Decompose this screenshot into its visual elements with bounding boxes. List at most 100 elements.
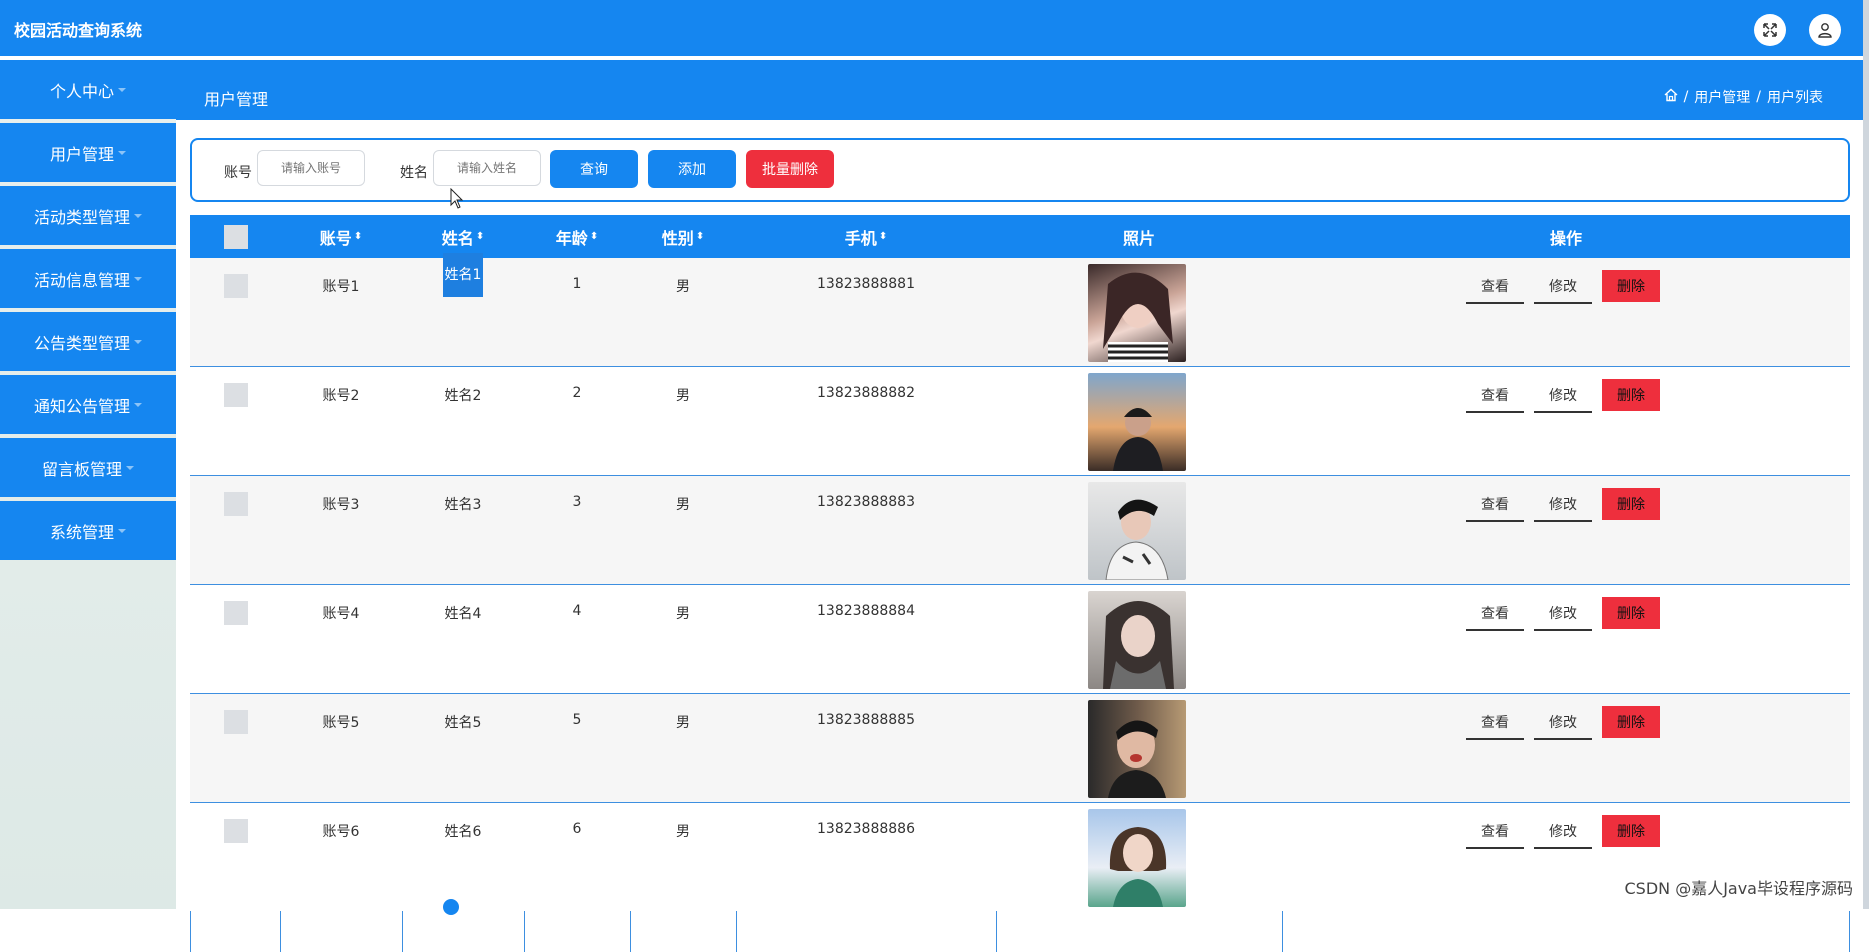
table-row: 账号5 姓名5 5 男 13823888885 查看 修改 删除 bbox=[190, 694, 1850, 803]
name-label: 姓名 bbox=[400, 165, 428, 181]
name-cell: 姓名5 bbox=[444, 715, 482, 731]
view-button[interactable]: 查看 bbox=[1466, 488, 1524, 522]
sidebar-item-user-management[interactable]: 用户管理 bbox=[0, 123, 176, 182]
view-button[interactable]: 查看 bbox=[1466, 597, 1524, 631]
name-search-input[interactable] bbox=[433, 150, 541, 186]
sidebar-item-message-board[interactable]: 留言板管理 bbox=[0, 438, 176, 497]
sidebar-item-label: 公告类型管理 bbox=[33, 333, 130, 353]
table-row: 账号2 姓名2 2 男 13823888882 查看 修改 删除 bbox=[190, 367, 1850, 476]
name-cell: 姓名4 bbox=[444, 606, 482, 622]
page-title: 用户管理 bbox=[204, 90, 269, 109]
sidebar-item-personal-center[interactable]: 个人中心 bbox=[0, 60, 176, 119]
expand-icon[interactable] bbox=[1754, 14, 1786, 46]
account-cell: 账号3 bbox=[322, 497, 360, 513]
sidebar-item-label: 系统管理 bbox=[49, 522, 114, 542]
row-checkbox[interactable] bbox=[224, 819, 248, 843]
column-header-label: 照片 bbox=[1122, 228, 1155, 248]
sort-icon[interactable]: ⬍ bbox=[696, 231, 704, 242]
sort-icon[interactable]: ⬍ bbox=[879, 231, 887, 242]
column-header-account[interactable]: 账号 ⬍ bbox=[280, 215, 402, 258]
user-photo[interactable] bbox=[1088, 373, 1186, 471]
view-button[interactable]: 查看 bbox=[1466, 270, 1524, 304]
user-icon[interactable] bbox=[1809, 14, 1841, 46]
table-row: 账号4 姓名4 4 男 13823888884 查看 修改 删除 bbox=[190, 585, 1850, 694]
user-photo[interactable] bbox=[1088, 809, 1186, 907]
chevron-down-icon bbox=[118, 528, 126, 533]
delete-button[interactable]: 删除 bbox=[1602, 706, 1660, 738]
query-button[interactable]: 查询 bbox=[550, 150, 638, 188]
row-checkbox[interactable] bbox=[224, 710, 248, 734]
row-checkbox[interactable] bbox=[224, 383, 248, 407]
row-checkbox[interactable] bbox=[224, 492, 248, 516]
delete-button[interactable]: 删除 bbox=[1602, 270, 1660, 302]
sidebar-item-activity-type[interactable]: 活动类型管理 bbox=[0, 186, 176, 245]
sidebar-item-notice-type[interactable]: 公告类型管理 bbox=[0, 312, 176, 371]
column-header-label: 账号 bbox=[319, 228, 352, 248]
view-button[interactable]: 查看 bbox=[1466, 706, 1524, 740]
row-checkbox[interactable] bbox=[224, 601, 248, 625]
gender-cell: 男 bbox=[676, 824, 690, 840]
breadcrumb-separator: / bbox=[1683, 89, 1689, 105]
chevron-down-icon bbox=[134, 339, 142, 344]
sidebar-item-label: 通知公告管理 bbox=[33, 396, 130, 416]
chevron-down-icon bbox=[118, 150, 126, 155]
account-search-input[interactable] bbox=[257, 150, 365, 186]
phone-cell: 13823888885 bbox=[817, 712, 915, 728]
view-button[interactable]: 查看 bbox=[1466, 815, 1524, 849]
delete-button[interactable]: 删除 bbox=[1602, 379, 1660, 411]
sort-icon[interactable]: ⬍ bbox=[476, 231, 484, 242]
column-header-label: 姓名 bbox=[441, 228, 474, 248]
column-header-label: 年龄 bbox=[555, 228, 588, 248]
breadcrumb-user-management[interactable]: 用户管理 bbox=[1694, 87, 1750, 107]
add-button[interactable]: 添加 bbox=[648, 150, 736, 188]
age-cell: 4 bbox=[572, 603, 582, 619]
edit-button[interactable]: 修改 bbox=[1534, 379, 1592, 413]
edit-button[interactable]: 修改 bbox=[1534, 815, 1592, 849]
sidebar: 个人中心 用户管理 活动类型管理 活动信息管理 公告类型管理 通知公告管理 留言… bbox=[0, 60, 176, 909]
page-scrollbar[interactable] bbox=[1863, 0, 1869, 909]
select-all-checkbox[interactable] bbox=[224, 215, 248, 258]
column-header-age[interactable]: 年龄 ⬍ bbox=[524, 215, 630, 258]
sidebar-item-system[interactable]: 系统管理 bbox=[0, 501, 176, 560]
age-cell: 2 bbox=[572, 385, 582, 401]
user-photo[interactable] bbox=[1088, 591, 1186, 689]
phone-cell: 13823888883 bbox=[817, 494, 915, 510]
edit-button[interactable]: 修改 bbox=[1534, 488, 1592, 522]
column-header-name[interactable]: 姓名 ⬍ bbox=[402, 215, 524, 258]
page-header: 用户管理 / 用户管理 / 用户列表 bbox=[176, 60, 1863, 120]
sidebar-item-notice[interactable]: 通知公告管理 bbox=[0, 375, 176, 434]
user-photo[interactable] bbox=[1088, 264, 1186, 362]
user-photo[interactable] bbox=[1088, 700, 1186, 798]
sort-icon[interactable]: ⬍ bbox=[354, 231, 362, 242]
edit-button[interactable]: 修改 bbox=[1534, 706, 1592, 740]
delete-button[interactable]: 删除 bbox=[1602, 815, 1660, 847]
search-panel: 账号 姓名 查询 添加 批量删除 bbox=[190, 138, 1850, 202]
home-icon[interactable] bbox=[1664, 88, 1678, 106]
delete-button[interactable]: 删除 bbox=[1602, 597, 1660, 629]
chevron-down-icon bbox=[126, 465, 134, 470]
account-cell: 账号4 bbox=[322, 606, 360, 622]
edit-button[interactable]: 修改 bbox=[1534, 270, 1592, 304]
batch-delete-button[interactable]: 批量删除 bbox=[746, 150, 834, 188]
chevron-down-icon bbox=[118, 87, 126, 92]
table-row: 账号1 姓名1 1 男 13823888881 查看 修改 删除 bbox=[190, 253, 1850, 367]
scroll-indicator[interactable] bbox=[443, 899, 459, 915]
delete-button[interactable]: 删除 bbox=[1602, 488, 1660, 520]
sort-icon[interactable]: ⬍ bbox=[590, 231, 598, 242]
sidebar-item-label: 个人中心 bbox=[49, 81, 114, 101]
name-cell: 姓名2 bbox=[444, 388, 482, 404]
sidebar-item-label: 活动信息管理 bbox=[33, 270, 130, 290]
row-checkbox[interactable] bbox=[224, 274, 248, 298]
sidebar-item-activity-info[interactable]: 活动信息管理 bbox=[0, 249, 176, 308]
gender-cell: 男 bbox=[676, 606, 690, 622]
column-header-gender[interactable]: 性别 ⬍ bbox=[630, 215, 736, 258]
edit-button[interactable]: 修改 bbox=[1534, 597, 1592, 631]
breadcrumb-user-list: 用户列表 bbox=[1767, 90, 1823, 106]
view-button[interactable]: 查看 bbox=[1466, 379, 1524, 413]
column-header-actions: 操作 bbox=[1282, 215, 1850, 258]
column-header-photo: 照片 bbox=[996, 215, 1282, 258]
user-photo[interactable] bbox=[1088, 482, 1186, 580]
sidebar-item-label: 活动类型管理 bbox=[33, 207, 130, 227]
name-cell: 姓名3 bbox=[444, 497, 482, 513]
column-header-phone[interactable]: 手机 ⬍ bbox=[736, 215, 996, 258]
